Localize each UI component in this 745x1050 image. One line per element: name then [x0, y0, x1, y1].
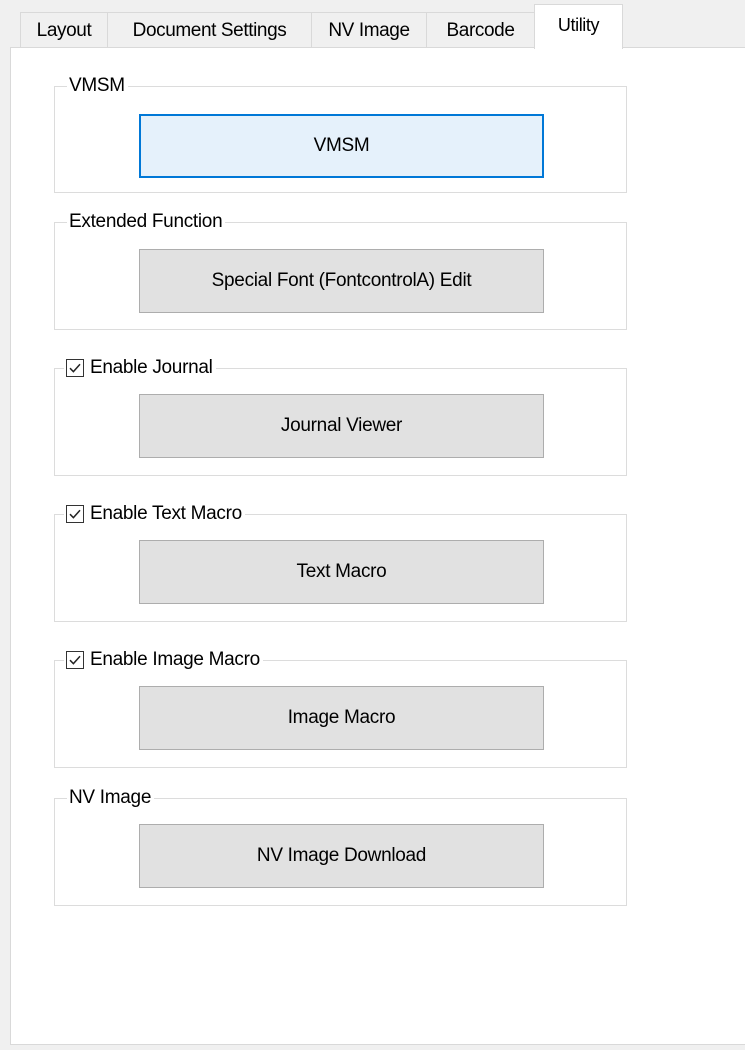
- checkmark-icon: [69, 509, 81, 519]
- vmsm-button[interactable]: VMSM: [139, 114, 544, 178]
- enable-image-macro-label[interactable]: Enable Image Macro: [90, 648, 260, 672]
- extended-legend-label: Extended Function: [69, 211, 223, 232]
- image-macro-button[interactable]: Image Macro: [139, 686, 544, 750]
- tab-barcode[interactable]: Barcode: [426, 12, 535, 48]
- text-macro-button[interactable]: Text Macro: [139, 540, 544, 604]
- group-text-macro-legend: Enable Text Macro: [64, 502, 245, 526]
- enable-journal-label[interactable]: Enable Journal: [90, 356, 213, 380]
- checkmark-icon: [69, 655, 81, 665]
- enable-image-macro-checkbox[interactable]: [66, 651, 84, 669]
- enable-journal-checkbox[interactable]: [66, 359, 84, 377]
- group-image-macro-legend: Enable Image Macro: [64, 648, 263, 672]
- special-font-edit-button[interactable]: Special Font (FontcontrolA) Edit: [139, 249, 544, 313]
- group-nv-image: NV Image NV Image Download: [54, 786, 627, 906]
- group-vmsm: VMSM VMSM: [54, 74, 627, 193]
- tab-utility[interactable]: Utility: [534, 4, 623, 49]
- nv-image-download-button[interactable]: NV Image Download: [139, 824, 544, 888]
- nv-image-legend-label: NV Image: [69, 787, 152, 808]
- group-text-macro: Enable Text Macro Text Macro: [54, 502, 627, 622]
- tab-document-settings[interactable]: Document Settings: [107, 12, 312, 48]
- group-extended-legend: Extended Function: [67, 210, 226, 234]
- group-extended-function: Extended Function Special Font (Fontcont…: [54, 210, 627, 330]
- utility-panel: VMSM VMSM Extended Function Special Font…: [10, 47, 745, 1045]
- tab-nv-image[interactable]: NV Image: [311, 12, 427, 48]
- enable-text-macro-checkbox[interactable]: [66, 505, 84, 523]
- tab-strip: Layout Document Settings NV Image Barcod…: [0, 0, 745, 49]
- group-nv-image-legend: NV Image: [67, 786, 155, 810]
- group-vmsm-legend: VMSM: [67, 74, 128, 98]
- enable-text-macro-label[interactable]: Enable Text Macro: [90, 502, 242, 526]
- group-journal: Enable Journal Journal Viewer: [54, 356, 627, 476]
- tab-layout[interactable]: Layout: [20, 12, 108, 48]
- journal-viewer-button[interactable]: Journal Viewer: [139, 394, 544, 458]
- vmsm-legend-label: VMSM: [69, 75, 125, 96]
- group-journal-legend: Enable Journal: [64, 356, 216, 380]
- group-image-macro: Enable Image Macro Image Macro: [54, 648, 627, 768]
- checkmark-icon: [69, 363, 81, 373]
